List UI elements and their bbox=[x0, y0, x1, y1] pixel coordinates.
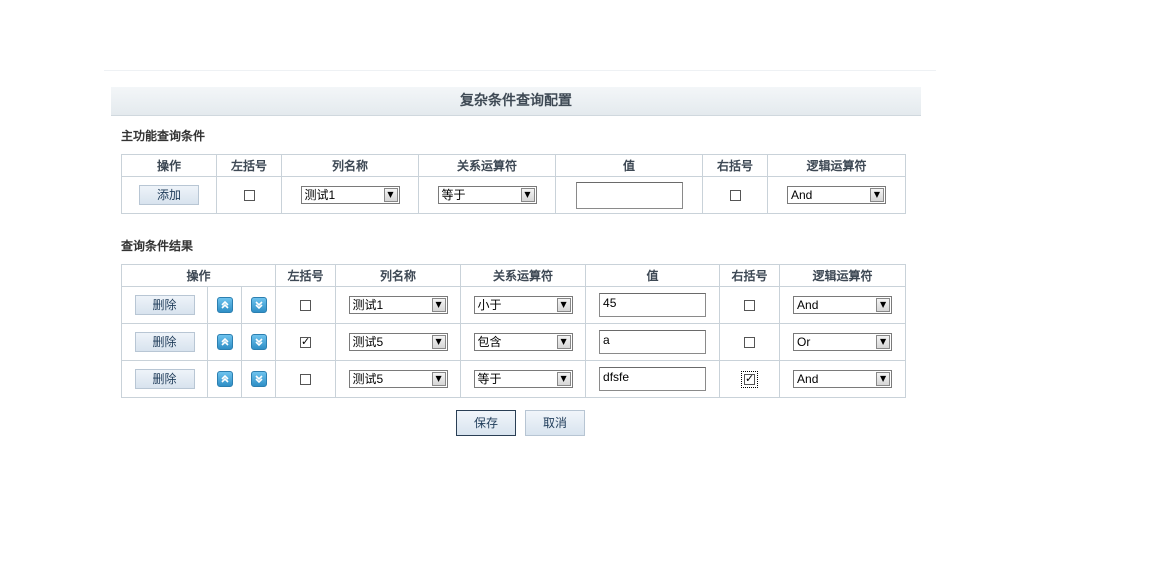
logic-select[interactable]: Or ▼ bbox=[793, 333, 893, 351]
result-table: 操作 左括号 列名称 关系运算符 值 右括号 逻辑运算符 删除 测试1 ▼ 小于… bbox=[120, 264, 907, 398]
logic-select[interactable]: And ▼ bbox=[793, 296, 893, 314]
header-left-paren: 左括号 bbox=[275, 264, 337, 287]
main-input-row: 添加 测试1 ▼ 等于 ▼ And ▼ bbox=[121, 176, 906, 214]
right-paren-checkbox[interactable] bbox=[741, 371, 759, 388]
value-input[interactable]: 45 bbox=[599, 293, 707, 317]
header-operator: 关系运算符 bbox=[460, 264, 587, 287]
title-bar: 复杂条件查询配置 bbox=[111, 87, 921, 116]
move-down-icon[interactable] bbox=[250, 297, 267, 313]
header-left-paren: 左括号 bbox=[216, 154, 282, 177]
value-input[interactable]: a bbox=[599, 330, 707, 354]
column-select[interactable]: 测试5 ▼ bbox=[348, 370, 448, 388]
delete-button[interactable]: 删除 bbox=[134, 369, 195, 389]
operator-select[interactable]: 等于 ▼ bbox=[473, 370, 573, 388]
triangle-down-icon: ▼ bbox=[876, 335, 891, 349]
triangle-down-icon: ▼ bbox=[556, 335, 571, 349]
header-right-paren: 右括号 bbox=[702, 154, 768, 177]
logic-select[interactable]: And ▼ bbox=[787, 186, 886, 204]
move-up-icon[interactable] bbox=[216, 334, 233, 350]
move-down-icon[interactable] bbox=[250, 334, 267, 350]
header-column-name: 列名称 bbox=[335, 264, 462, 287]
right-paren-checkbox[interactable] bbox=[744, 300, 756, 311]
column-select[interactable]: 测试1 ▼ bbox=[300, 186, 400, 204]
triangle-down-icon: ▼ bbox=[876, 298, 891, 312]
left-paren-checkbox[interactable] bbox=[243, 190, 255, 201]
header-logic-operator: 逻辑运算符 bbox=[767, 154, 906, 177]
left-paren-checkbox[interactable] bbox=[300, 374, 312, 385]
triangle-down-icon: ▼ bbox=[870, 188, 884, 202]
table-row: 删除 测试5 ▼ 等于 ▼ dfsfe And ▼ bbox=[121, 360, 907, 398]
move-down-icon[interactable] bbox=[250, 371, 267, 387]
right-paren-checkbox[interactable] bbox=[744, 337, 756, 348]
logic-select[interactable]: And ▼ bbox=[793, 370, 893, 388]
value-input[interactable] bbox=[575, 181, 683, 209]
operator-select[interactable]: 小于 ▼ bbox=[473, 296, 573, 314]
header-operation: 操作 bbox=[121, 154, 217, 177]
save-button[interactable]: 保存 bbox=[456, 410, 516, 436]
cancel-button[interactable]: 取消 bbox=[525, 410, 585, 436]
operator-select[interactable]: 等于 ▼ bbox=[437, 186, 537, 204]
result-header-row: 操作 左括号 列名称 关系运算符 值 右括号 逻辑运算符 bbox=[120, 264, 907, 287]
triangle-down-icon: ▼ bbox=[556, 372, 571, 386]
table-row: 删除 测试1 ▼ 小于 ▼ 45 And ▼ bbox=[121, 286, 907, 324]
add-button[interactable]: 添加 bbox=[139, 185, 199, 205]
triangle-down-icon: ▼ bbox=[876, 372, 891, 386]
top-divider bbox=[104, 70, 936, 71]
header-right-paren: 右括号 bbox=[719, 264, 781, 287]
operator-select[interactable]: 包含 ▼ bbox=[473, 333, 573, 351]
triangle-down-icon: ▼ bbox=[556, 298, 571, 312]
header-logic-operator: 逻辑运算符 bbox=[779, 264, 907, 287]
main-query-table: 操作 左括号 列名称 关系运算符 值 右括号 逻辑运算符 添加 测试1 ▼ 等于… bbox=[121, 154, 906, 214]
main-header-row: 操作 左括号 列名称 关系运算符 值 右括号 逻辑运算符 bbox=[121, 154, 906, 177]
triangle-down-icon: ▼ bbox=[383, 188, 398, 202]
triangle-down-icon: ▼ bbox=[431, 335, 446, 349]
left-paren-checkbox[interactable] bbox=[300, 337, 312, 348]
right-paren-checkbox[interactable] bbox=[729, 190, 741, 201]
left-paren-checkbox[interactable] bbox=[300, 300, 312, 311]
move-up-icon[interactable] bbox=[216, 371, 233, 387]
header-value: 值 bbox=[585, 264, 721, 287]
value-input[interactable]: dfsfe bbox=[599, 367, 707, 391]
move-up-icon[interactable] bbox=[216, 297, 233, 313]
header-operation: 操作 bbox=[120, 264, 277, 287]
delete-button[interactable]: 删除 bbox=[134, 295, 195, 315]
main-section-title: 主功能查询条件 bbox=[121, 129, 206, 143]
header-value: 值 bbox=[555, 154, 703, 177]
column-select[interactable]: 测试1 ▼ bbox=[348, 296, 448, 314]
delete-button[interactable]: 删除 bbox=[134, 332, 195, 352]
result-section-title: 查询条件结果 bbox=[121, 239, 194, 253]
triangle-down-icon: ▼ bbox=[520, 188, 535, 202]
column-select[interactable]: 测试5 ▼ bbox=[348, 333, 448, 351]
header-column-name: 列名称 bbox=[281, 154, 419, 177]
triangle-down-icon: ▼ bbox=[431, 372, 446, 386]
header-operator: 关系运算符 bbox=[418, 154, 556, 177]
triangle-down-icon: ▼ bbox=[431, 298, 446, 312]
page-title: 复杂条件查询配置 bbox=[460, 93, 572, 109]
table-row: 删除 测试5 ▼ 包含 ▼ a Or ▼ bbox=[121, 323, 907, 361]
